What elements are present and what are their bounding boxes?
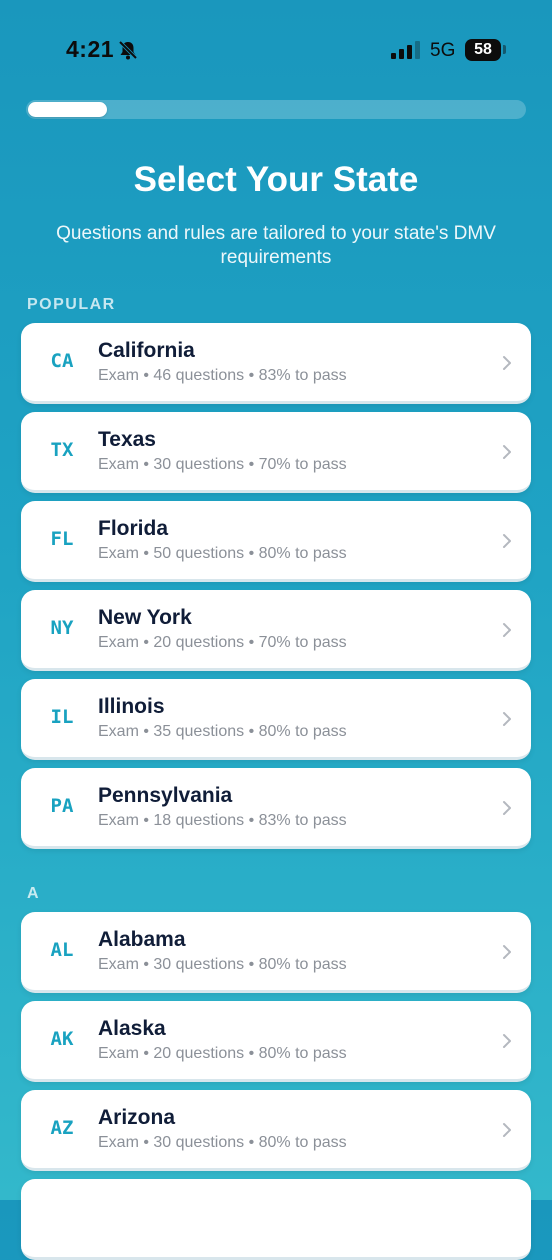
state-card-ak[interactable]: AK Alaska Exam • 20 questions • 80% to pas… xyxy=(21,1001,531,1082)
state-code: IL xyxy=(50,706,74,728)
state-code: NY xyxy=(50,617,74,639)
chevron-right-icon xyxy=(503,534,511,548)
page-title: Select Your State xyxy=(133,160,419,199)
state-name: Texas xyxy=(98,428,156,451)
state-name: Illinois xyxy=(98,695,165,718)
state-code: PA xyxy=(50,795,74,817)
network-label: 5G xyxy=(430,40,456,61)
state-code: FL xyxy=(50,528,74,550)
state-card-tx[interactable]: TX Texas Exam • 30 questions • 70% to pass xyxy=(21,412,531,493)
state-name: California xyxy=(98,339,195,362)
state-name: Alaska xyxy=(98,1017,166,1040)
section-header-a: A xyxy=(27,885,41,902)
progress-fill xyxy=(28,102,107,117)
page-subtitle: Questions and rules are tailored to your… xyxy=(56,223,496,268)
battery-cap xyxy=(503,45,506,54)
state-card-az[interactable]: AZ Arizona Exam • 30 questions • 80% to pa… xyxy=(21,1090,531,1171)
state-exam-details: Exam • 30 questions • 70% to pass xyxy=(98,456,347,473)
state-exam-details: Exam • 46 questions • 83% to pass xyxy=(98,367,347,384)
chevron-right-icon xyxy=(503,623,511,637)
state-exam-details: Exam • 20 questions • 80% to pass xyxy=(98,1045,347,1062)
state-exam-details: Exam • 20 questions • 70% to pass xyxy=(98,634,347,651)
state-exam-details: Exam • 50 questions • 80% to pass xyxy=(98,545,347,562)
battery-indicator: 58 xyxy=(465,39,501,61)
status-time: 4:21 xyxy=(66,36,115,62)
state-exam-details: Exam • 35 questions • 80% to pass xyxy=(98,723,347,740)
state-card-al[interactable]: AL Alabama Exam • 30 questions • 80% to pa… xyxy=(21,912,531,993)
chevron-right-icon xyxy=(503,801,511,815)
chevron-right-icon xyxy=(503,1123,511,1137)
chevron-right-icon xyxy=(503,712,511,726)
state-code: AZ xyxy=(50,1117,74,1139)
state-exam-details: Exam • 30 questions • 80% to pass xyxy=(98,1134,347,1151)
chevron-right-icon xyxy=(503,445,511,459)
state-code: TX xyxy=(50,439,74,461)
state-card-next[interactable] xyxy=(21,1179,531,1260)
state-exam-details: Exam • 18 questions • 83% to pass xyxy=(98,812,347,829)
chevron-right-icon xyxy=(503,1034,511,1048)
state-code: AK xyxy=(50,1028,74,1050)
chevron-right-icon xyxy=(503,356,511,370)
progress-bar xyxy=(26,100,526,119)
state-code: CA xyxy=(50,350,74,372)
state-card-ny[interactable]: NY New York Exam • 20 questions • 70% to p… xyxy=(21,590,531,671)
state-card-ca[interactable]: CA California Exam • 46 questions • 83% to… xyxy=(21,323,531,404)
state-code: AL xyxy=(50,939,74,961)
section-header-popular: POPULAR xyxy=(27,296,116,313)
state-card-pa[interactable]: PA Pennsylvania Exam • 18 questions • 83% … xyxy=(21,768,531,849)
state-exam-details: Exam • 30 questions • 80% to pass xyxy=(98,956,347,973)
state-name: Arizona xyxy=(98,1106,176,1129)
state-card-fl[interactable]: FL Florida Exam • 50 questions • 80% to pa… xyxy=(21,501,531,582)
state-name: Florida xyxy=(98,517,169,540)
bell-slash-icon xyxy=(118,40,138,60)
state-name: Alabama xyxy=(98,928,186,951)
cellular-signal-icon xyxy=(391,41,420,59)
state-name: New York xyxy=(98,606,192,629)
state-name: Pennsylvania xyxy=(98,784,233,807)
state-card-il[interactable]: IL Illinois Exam • 35 questions • 80% to p… xyxy=(21,679,531,760)
status-bar: 4:21 5G 58 xyxy=(0,0,552,100)
chevron-right-icon xyxy=(503,945,511,959)
